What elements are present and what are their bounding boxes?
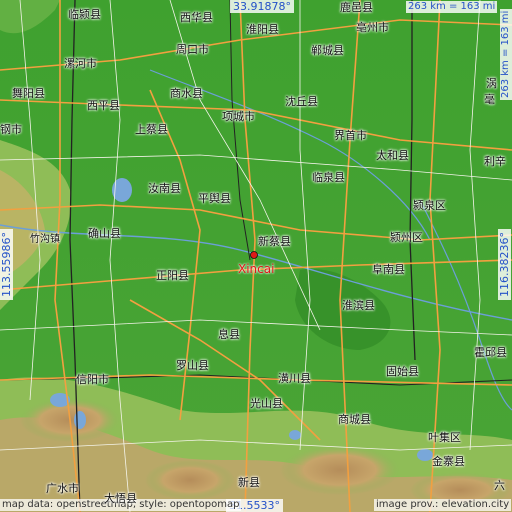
city-label-runan[interactable]: 汝南县 xyxy=(148,183,181,195)
lake-south-3 xyxy=(289,430,301,440)
city-label-xiangcheng[interactable]: 项城市 xyxy=(222,111,255,123)
mountain-peak-4 xyxy=(145,460,235,500)
city-label-huaibin[interactable]: 淮滨县 xyxy=(342,300,375,312)
scale-horizontal: 263 km = 163 mi xyxy=(406,1,498,13)
city-label-huoqiu[interactable]: 霍邱县 xyxy=(474,347,507,359)
city-label-shenqiu[interactable]: 沈丘县 xyxy=(285,96,318,108)
city-label-xihua[interactable]: 西华县 xyxy=(180,12,213,24)
city-label-guangshui[interactable]: 广水市 xyxy=(46,483,79,495)
city-label-jinzhai[interactable]: 金寨县 xyxy=(432,456,465,468)
city-label-huaiyang[interactable]: 淮阳县 xyxy=(246,24,279,36)
city-label-xinxian[interactable]: 新县 xyxy=(238,477,260,489)
city-label-dancheng[interactable]: 郸城县 xyxy=(311,45,344,57)
city-label-huangchuan[interactable]: 潢川县 xyxy=(278,373,311,385)
lake-south-2 xyxy=(74,411,86,429)
city-label-xincai[interactable]: 新蔡县 xyxy=(258,236,291,248)
city-label-luoshan[interactable]: 罗山县 xyxy=(176,360,209,372)
city-dots xyxy=(250,251,258,259)
city-label-shangcheng[interactable]: 商城县 xyxy=(338,414,371,426)
city-label-luyi[interactable]: 鹿邑县 xyxy=(340,2,373,14)
city-label-queshan[interactable]: 确山县 xyxy=(88,228,121,240)
city-label-xiping[interactable]: 西平县 xyxy=(87,100,120,112)
city-label-funan[interactable]: 阜南县 xyxy=(372,264,405,276)
city-label-zhengyang[interactable]: 正阳县 xyxy=(156,270,189,282)
scale-vertical: 263 km = 163 mi xyxy=(500,8,512,100)
lake-south-4 xyxy=(417,449,433,461)
attribution-right: image prov.: elevation.city xyxy=(374,499,512,511)
city-label-linying[interactable]: 临颍县 xyxy=(68,9,101,21)
city-label-yingquan[interactable]: 颍泉区 xyxy=(413,200,446,212)
city-label-shangshui[interactable]: 商水县 xyxy=(170,88,203,100)
coord-top: 33.91878° xyxy=(230,0,294,13)
mountain-peak-1 xyxy=(280,445,400,495)
city-label-xinyang[interactable]: 信阳市 xyxy=(76,374,109,386)
city-label-zhulong[interactable]: 竹沟镇 xyxy=(30,234,60,246)
city-label-liu[interactable]: 六 xyxy=(494,480,505,492)
city-label-luohe[interactable]: 漯河市 xyxy=(64,58,97,70)
city-label-xixian[interactable]: 息县 xyxy=(218,329,240,341)
city-label-yingzhou[interactable]: 颍州区 xyxy=(390,232,423,244)
city-label-taihe[interactable]: 太和县 xyxy=(376,150,409,162)
city-label-yeji[interactable]: 叶集区 xyxy=(428,432,461,444)
city-label-shangcai[interactable]: 上蔡县 xyxy=(135,124,168,136)
coord-left: 113.55986° xyxy=(0,229,13,300)
city-label-hao[interactable]: 毫 xyxy=(484,94,495,106)
city-label-wo[interactable]: 涡 xyxy=(486,78,497,90)
city-label-gushi[interactable]: 固始县 xyxy=(386,366,419,378)
city-label-dawu[interactable]: 大悟县 xyxy=(104,493,137,505)
coord-right: 116.38236° xyxy=(498,229,511,300)
xincai-marker-label: Xincai xyxy=(238,262,275,276)
city-label-guangshan[interactable]: 光山县 xyxy=(250,398,283,410)
city-label-wuyang[interactable]: 舞阳县 xyxy=(12,88,45,100)
city-label-jieshou[interactable]: 界首市 xyxy=(334,130,367,142)
city-label-zhoukou[interactable]: 周口市 xyxy=(176,44,209,56)
city-label-gang[interactable]: 钢市 xyxy=(0,124,22,136)
city-label-pingyu[interactable]: 平舆县 xyxy=(198,193,231,205)
city-label-bozhou[interactable]: 亳州市 xyxy=(356,22,389,34)
city-label-lixin[interactable]: 利辛 xyxy=(484,156,506,168)
city-label-linquan[interactable]: 临泉县 xyxy=(312,172,345,184)
